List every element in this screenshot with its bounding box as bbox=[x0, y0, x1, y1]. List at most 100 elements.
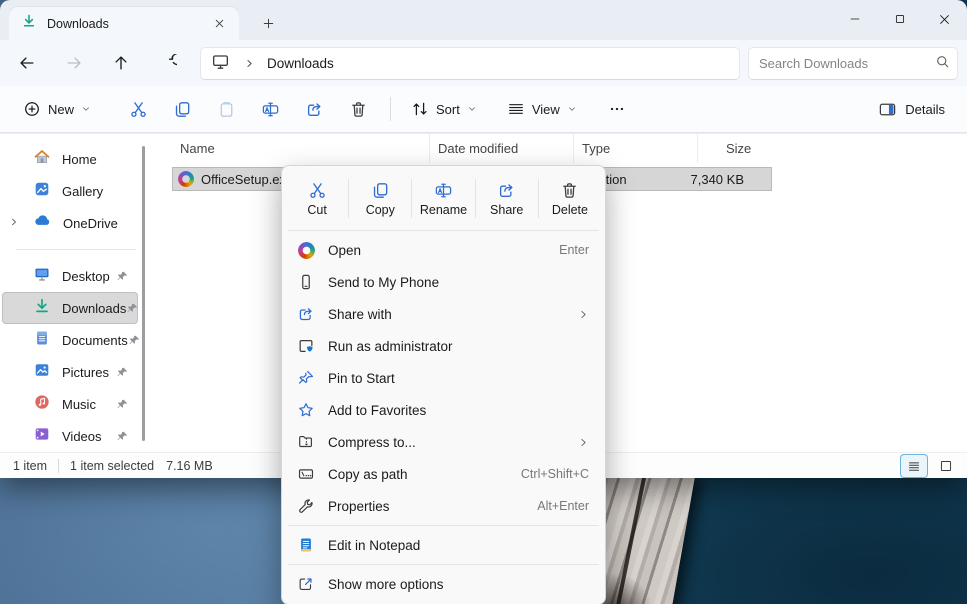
pin-icon bbox=[116, 430, 129, 443]
sidebar-item-label: Gallery bbox=[62, 184, 103, 199]
menu-item-compress-to[interactable]: Compress to... bbox=[286, 426, 601, 458]
file-size: 7,340 KB bbox=[677, 172, 752, 187]
sidebar-item-pictures[interactable]: Pictures bbox=[0, 356, 138, 388]
tab-bar: Downloads bbox=[0, 0, 967, 40]
close-button[interactable] bbox=[922, 0, 967, 38]
list-header: Name Date modified Type Size bbox=[152, 134, 967, 163]
phone-icon bbox=[295, 273, 317, 291]
sidebar-item-label: Home bbox=[62, 152, 97, 167]
breadcrumb-location[interactable]: Downloads bbox=[267, 56, 334, 71]
status-divider bbox=[58, 459, 59, 473]
chevron-right-icon[interactable] bbox=[9, 214, 19, 232]
sort-button[interactable]: Sort bbox=[401, 92, 487, 126]
videos-icon bbox=[33, 425, 51, 448]
breadcrumb-chevron-icon[interactable] bbox=[244, 58, 255, 69]
column-header-size[interactable]: Size bbox=[697, 134, 772, 163]
view-button[interactable]: View bbox=[497, 92, 587, 126]
up-button[interactable] bbox=[102, 45, 140, 81]
menu-item-open[interactable]: Open Enter bbox=[286, 234, 601, 266]
sidebar: Home Gallery OneDrive Desktop Downloads bbox=[0, 134, 152, 452]
menu-divider bbox=[288, 525, 599, 526]
this-pc-icon[interactable] bbox=[211, 52, 230, 76]
pin-icon bbox=[295, 369, 317, 387]
paste-button[interactable] bbox=[204, 92, 248, 126]
menu-item-send-to-my-phone[interactable]: Send to My Phone bbox=[286, 266, 601, 298]
menu-divider bbox=[288, 564, 599, 565]
menu-item-show-more-options[interactable]: Show more options bbox=[286, 568, 601, 600]
minimize-button[interactable] bbox=[832, 0, 877, 38]
copy-path-icon bbox=[295, 465, 317, 483]
menu-item-edit-in-notepad[interactable]: Edit in Notepad bbox=[286, 529, 601, 561]
item-count: 1 item bbox=[13, 459, 47, 473]
compress-zip-icon bbox=[295, 433, 317, 451]
context-copy-button[interactable]: Copy bbox=[349, 170, 411, 227]
sidebar-scrollbar[interactable] bbox=[142, 146, 145, 441]
refresh-button[interactable] bbox=[149, 45, 187, 81]
download-icon bbox=[21, 13, 37, 34]
pin-icon bbox=[116, 398, 129, 411]
sidebar-item-label: OneDrive bbox=[63, 216, 118, 231]
quick-actions-row: Cut Copy Rename Share Delete bbox=[286, 170, 601, 227]
tab-title: Downloads bbox=[47, 17, 207, 31]
navigation-bar: Downloads bbox=[0, 40, 967, 86]
office-setup-file-icon bbox=[178, 171, 194, 187]
details-view-toggle[interactable] bbox=[901, 455, 927, 477]
tab-downloads[interactable]: Downloads bbox=[9, 7, 239, 40]
context-delete-button[interactable]: Delete bbox=[539, 170, 601, 227]
sidebar-item-onedrive[interactable]: OneDrive bbox=[0, 207, 138, 239]
menu-item-run-as-administrator[interactable]: Run as administrator bbox=[286, 330, 601, 362]
search-icon[interactable] bbox=[935, 54, 950, 74]
sidebar-item-gallery[interactable]: Gallery bbox=[0, 175, 138, 207]
sidebar-item-downloads[interactable]: Downloads bbox=[2, 292, 138, 324]
search-box[interactable] bbox=[748, 47, 958, 80]
more-options-button[interactable] bbox=[595, 92, 639, 126]
sidebar-item-home[interactable]: Home bbox=[0, 143, 138, 175]
chevron-down-icon bbox=[467, 104, 477, 114]
view-button-label: View bbox=[532, 102, 560, 117]
search-input[interactable] bbox=[759, 56, 935, 71]
column-header-type[interactable]: Type bbox=[573, 134, 697, 163]
context-share-button[interactable]: Share bbox=[476, 170, 538, 227]
new-tab-button[interactable] bbox=[253, 8, 283, 38]
documents-icon bbox=[33, 329, 51, 352]
pin-icon bbox=[116, 270, 129, 283]
share-button[interactable] bbox=[292, 92, 336, 126]
selection-count: 1 item selected bbox=[70, 459, 154, 473]
address-bar[interactable]: Downloads bbox=[200, 47, 740, 80]
cut-button[interactable] bbox=[116, 92, 160, 126]
sidebar-item-music[interactable]: Music bbox=[0, 388, 138, 420]
sort-button-label: Sort bbox=[436, 102, 460, 117]
menu-divider bbox=[288, 230, 599, 231]
delete-button[interactable] bbox=[336, 92, 380, 126]
wrench-icon bbox=[295, 497, 317, 515]
maximize-button[interactable] bbox=[877, 0, 922, 38]
pin-icon bbox=[116, 366, 129, 379]
column-header-date-modified[interactable]: Date modified bbox=[429, 134, 573, 163]
menu-item-share-with[interactable]: Share with bbox=[286, 298, 601, 330]
admin-shield-icon bbox=[295, 337, 317, 355]
desktop-icon bbox=[33, 265, 51, 288]
menu-item-pin-to-start[interactable]: Pin to Start bbox=[286, 362, 601, 394]
command-toolbar: New Sort bbox=[0, 86, 967, 133]
tab-close-icon[interactable] bbox=[207, 12, 231, 36]
rename-button[interactable] bbox=[248, 92, 292, 126]
back-button[interactable] bbox=[8, 45, 46, 81]
context-rename-button[interactable]: Rename bbox=[412, 170, 474, 227]
menu-item-copy-as-path[interactable]: Copy as path Ctrl+Shift+C bbox=[286, 458, 601, 490]
copy-icon bbox=[371, 181, 390, 200]
sidebar-item-videos[interactable]: Videos bbox=[0, 420, 138, 452]
new-button[interactable]: New bbox=[12, 92, 102, 126]
menu-item-add-to-favorites[interactable]: Add to Favorites bbox=[286, 394, 601, 426]
star-icon bbox=[295, 401, 317, 419]
details-pane-button[interactable]: Details bbox=[868, 92, 955, 126]
context-cut-button[interactable]: Cut bbox=[286, 170, 348, 227]
sidebar-item-desktop[interactable]: Desktop bbox=[0, 260, 138, 292]
large-icons-view-toggle[interactable] bbox=[933, 455, 959, 477]
pin-icon bbox=[126, 302, 139, 315]
sidebar-item-documents[interactable]: Documents bbox=[0, 324, 138, 356]
forward-button[interactable] bbox=[55, 45, 93, 81]
sidebar-item-label: Pictures bbox=[62, 365, 109, 380]
copy-button[interactable] bbox=[160, 92, 204, 126]
column-header-name[interactable]: Name bbox=[172, 134, 429, 163]
menu-item-properties[interactable]: Properties Alt+Enter bbox=[286, 490, 601, 522]
